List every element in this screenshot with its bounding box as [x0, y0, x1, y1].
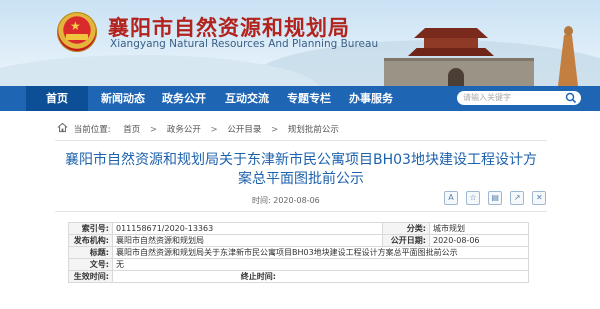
nav-item-special[interactable]: 专题专栏 [287, 86, 331, 111]
search-icon [565, 92, 577, 104]
breadcrumb-item-planning[interactable]: 规划批前公示 [288, 124, 339, 136]
breadcrumb-item-home[interactable]: 首页 [123, 124, 140, 136]
expire-label: 终止时间: [240, 272, 276, 281]
site-subtitle: Xiangyang Natural Resources And Planning… [110, 38, 379, 50]
close-icon[interactable]: ✕ [532, 191, 547, 205]
effective-label: 生效时间: [68, 270, 113, 283]
breadcrumb: 当前位置: 首页 > 政务公开 > 公开目录 > 规划批前公示 [57, 122, 339, 137]
table-row: 索引号: 011158671/2020-13363 分类: 城市规划 [68, 222, 529, 235]
publish-date-value: 2020-08-06 [273, 196, 320, 205]
table-row: 文号: 无 [68, 258, 529, 271]
breadcrumb-item-catalog[interactable]: 公开目录 [227, 124, 261, 136]
breadcrumb-separator: > [150, 124, 158, 135]
search-input[interactable] [463, 91, 563, 105]
collect-icon[interactable]: ☆ [466, 191, 481, 205]
category-value: 城市规划 [429, 222, 529, 235]
index-value: 011158671/2020-13363 [112, 222, 383, 235]
divider [55, 140, 547, 141]
nav-item-home[interactable]: 首页 [26, 86, 88, 111]
docno-value: 无 [112, 258, 529, 271]
title-value: 襄阳市自然资源和规划局关于东津新市民公寓项目BH03地块建设工程设计方案总平面图… [112, 246, 529, 259]
search-box [457, 91, 581, 105]
title-label: 标题: [68, 246, 113, 259]
nav-item-news[interactable]: 新闻动态 [101, 86, 145, 111]
publish-date-label: 时间: [252, 196, 271, 205]
print-icon[interactable]: ▤ [488, 191, 503, 205]
pubdate-value: 2020-08-06 [429, 234, 529, 247]
pubdate-label: 公开日期: [382, 234, 430, 247]
table-row: 生效时间: 终止时间: [68, 270, 529, 283]
divider [55, 211, 547, 212]
national-emblem-icon: ★ [57, 12, 97, 52]
publish-date: 时间: 2020-08-06 [252, 195, 320, 206]
share-icon[interactable]: ↗ [510, 191, 525, 205]
table-row: 发布机构: 襄阳市自然资源和规划局 公开日期: 2020-08-06 [68, 234, 529, 247]
nav-item-services[interactable]: 办事服务 [349, 86, 393, 111]
banner-hills-front [0, 55, 320, 86]
breadcrumb-prefix: 当前位置: [73, 124, 111, 135]
article-tools: A ☆ ▤ ↗ ✕ [444, 191, 549, 205]
category-label: 分类: [382, 222, 430, 235]
article-title: 襄阳市自然资源和规划局关于东津新市民公寓项目BH03地块建设工程设计方案总平面图… [65, 152, 537, 187]
effective-cell: 终止时间: [112, 270, 529, 283]
breadcrumb-separator: > [271, 124, 279, 135]
breadcrumb-separator: > [210, 124, 218, 135]
search-button[interactable] [563, 92, 579, 104]
document-info-table: 索引号: 011158671/2020-13363 分类: 城市规划 发布机构:… [68, 222, 529, 283]
publisher-value: 襄阳市自然资源和规划局 [112, 234, 383, 247]
statue-illustration [556, 26, 580, 86]
publisher-label: 发布机构: [68, 234, 113, 247]
font-size-icon[interactable]: A [444, 191, 458, 205]
breadcrumb-item-gov-open[interactable]: 政务公开 [167, 124, 201, 136]
nav-item-gov-open[interactable]: 政务公开 [162, 86, 206, 111]
home-icon [57, 122, 71, 137]
site-banner: ★ 襄阳市自然资源和规划局 Xiangyang Natural Resource… [0, 0, 600, 86]
city-gate-illustration [384, 28, 534, 86]
docno-label: 文号: [68, 258, 113, 271]
expire-value [276, 272, 279, 281]
table-row: 标题: 襄阳市自然资源和规划局关于东津新市民公寓项目BH03地块建设工程设计方案… [68, 246, 529, 259]
index-label: 索引号: [68, 222, 113, 235]
nav-item-interaction[interactable]: 互动交流 [225, 86, 269, 111]
